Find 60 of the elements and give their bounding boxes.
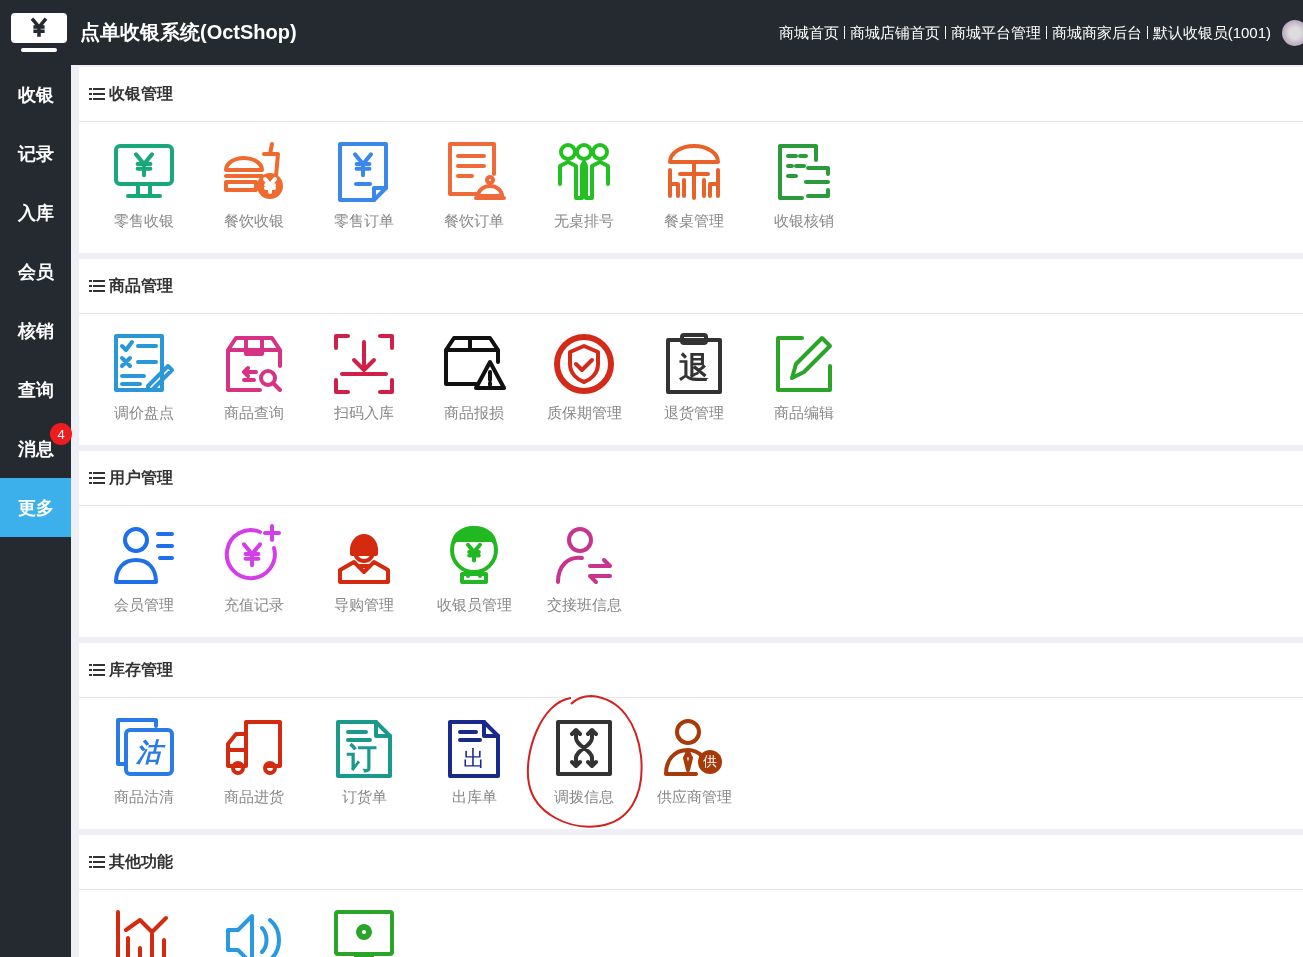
cashier-logo-icon [11,12,69,53]
function-link[interactable]: 餐饮收银 [224,212,284,231]
sidebar-item[interactable]: 入库 [0,183,71,242]
function-link[interactable]: 商品进货 [224,788,284,807]
sidebar-item[interactable]: 消息 4 [0,419,71,478]
function-link[interactable]: 调拨信息 [554,788,614,807]
list-icon [89,280,105,292]
header-link[interactable]: 商城店铺首页 [843,26,945,39]
function-link[interactable]: 交接班信息 [546,596,622,615]
monitor-gear-icon [332,908,396,957]
icon-glyph: 沽 [128,732,170,772]
function-link[interactable]: 商品查询 [224,404,284,423]
header-link[interactable]: 商城商家后台 [1045,26,1147,39]
function-link[interactable]: 商品报损 [444,404,504,423]
function-link[interactable]: 质保期管理 [546,404,622,423]
shield-check-icon [552,332,616,396]
function-link[interactable]: 调价盘点 [114,404,174,423]
icon-glyph: 订 [345,742,378,774]
sidebar-item[interactable]: 收银 [0,65,71,124]
function-link[interactable]: 商品编辑 [774,404,834,423]
function-link[interactable]: 出库单 [451,788,497,807]
header-link[interactable]: 商城首页 [773,26,844,39]
sidebar-item[interactable]: 查询 [0,360,71,419]
function-link[interactable]: 餐饮订单 [444,212,504,231]
function-link[interactable]: 订货单 [341,788,387,807]
function-link[interactable]: 退货管理 [664,404,724,423]
header-link[interactable]: 商城平台管理 [944,26,1046,39]
list-icon [89,472,105,484]
section-title: 其他功能 [109,851,173,872]
function-link[interactable]: 充值记录 [224,596,284,615]
function-link[interactable]: 扫码入库 [334,404,394,423]
notification-badge: 4 [50,423,72,445]
app-title: 点单收银系统(OctShop) [80,20,298,45]
list-icon [89,664,105,676]
function-link[interactable]: 供应商管理 [656,788,732,807]
function-link[interactable]: 零售订单 [334,212,394,231]
list-icon [89,88,105,100]
function-link[interactable]: 零售收银 [114,212,174,231]
list-icon [89,856,105,868]
function-link[interactable]: 无桌排号 [554,212,614,231]
function-link[interactable]: 商品沽清 [114,788,174,807]
scan-download-icon [332,332,396,396]
section-title: 商品管理 [109,275,173,296]
sidebar-item[interactable]: 更多 [0,478,71,537]
sidebar-item[interactable]: 核销 [0,301,71,360]
sidebar-item[interactable]: 会员 [0,242,71,301]
icon-glyph: 退 [678,349,710,386]
header-link[interactable]: 默认收银员(1001) [1146,26,1276,39]
section-title: 用户管理 [109,467,173,488]
function-link[interactable]: 导购管理 [334,596,394,615]
icon-glyph: 出 [462,746,486,772]
function-link[interactable]: 会员管理 [114,596,174,615]
user-avatar[interactable] [1282,19,1303,46]
function-link[interactable]: 餐桌管理 [664,212,724,231]
section-title: 库存管理 [109,659,173,680]
section-title: 收银管理 [109,83,173,104]
function-link[interactable]: 收银员管理 [436,596,512,615]
sidebar-item[interactable]: 记录 [0,124,71,183]
function-link[interactable]: 收银核销 [774,212,834,231]
icon-glyph: 供 [702,752,718,771]
